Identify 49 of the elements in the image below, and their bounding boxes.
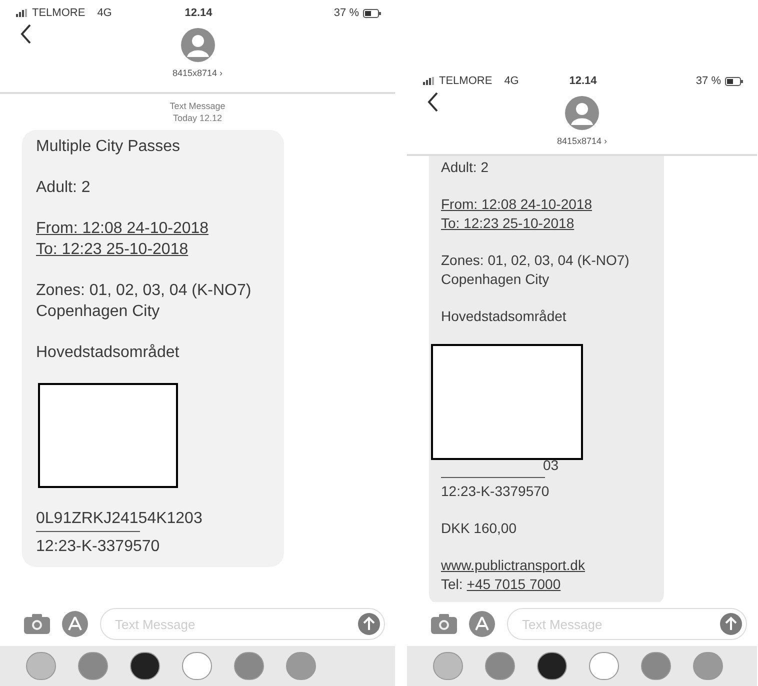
message-line: Adult: 2 [441, 158, 490, 177]
avatar-icon[interactable] [565, 96, 599, 130]
message-line: Adult: 2 [36, 178, 92, 198]
message-line: From: 12:08 24-10-2018 [441, 195, 593, 214]
signal-icon [16, 9, 28, 17]
message-line: To: 12:23 25-10-2018 [36, 240, 190, 260]
message-line: Copenhagen City [441, 270, 550, 289]
web-link[interactable]: www.publictransport.dk [441, 556, 664, 575]
network-type: 4G [504, 75, 519, 87]
message-line: Hovedstadsområdet [441, 307, 568, 326]
back-icon[interactable] [427, 92, 439, 112]
message-date: Today 12.12 [172, 112, 224, 124]
carrier-name: TELMORE [32, 7, 86, 19]
message-line: Copenhagen City [36, 302, 161, 322]
message-line: To: 12:23 25-10-2018 [441, 214, 576, 233]
message-type: Text Message [168, 100, 226, 112]
camera-icon[interactable] [24, 614, 50, 634]
send-icon[interactable] [720, 613, 742, 635]
app-store-icon[interactable] [62, 611, 88, 637]
app-store-icon[interactable] [469, 611, 495, 637]
contact-number[interactable]: 8415x8714 › [172, 68, 223, 78]
message-line: 12:23-K-3379570 [441, 482, 550, 501]
contact-number[interactable]: 8415x8714 › [556, 136, 608, 146]
send-icon[interactable] [358, 613, 380, 635]
phone-link[interactable]: +45 7015 7000 [466, 576, 561, 592]
battery-icon [363, 8, 381, 18]
carrier-name: TELMORE [439, 75, 492, 87]
status-time: 12.14 [569, 75, 597, 87]
message-line: Multiple City Passes [36, 137, 182, 157]
app-icon[interactable] [537, 652, 567, 680]
message-line: 12:23-K-3379570 [36, 537, 161, 557]
message-line: DKK 160,00 [441, 519, 518, 538]
back-icon[interactable] [20, 24, 32, 44]
status-time: 12.14 [184, 7, 212, 19]
message-line: Zones: 01, 02, 03, 04 (K-NO7) [36, 281, 252, 301]
message-line: From: 12:08 24-10-2018 [36, 219, 210, 239]
battery-percent: 37 % [334, 7, 359, 19]
camera-icon[interactable] [431, 614, 457, 634]
battery-percent: 37 % [696, 75, 721, 87]
message-line: Zones: 01, 02, 03, 04 (K-NO7) [441, 251, 630, 270]
battery-icon [725, 76, 743, 86]
network-type: 4G [97, 7, 112, 19]
avatar-icon[interactable] [180, 28, 214, 62]
message-line: 03 [542, 456, 560, 475]
signal-icon [423, 77, 435, 85]
app-icon[interactable] [130, 652, 160, 680]
message-line: Hovedstadsområdet [36, 343, 180, 363]
phone-label: Tel: [441, 576, 463, 592]
message-line: 0L91ZRKJ24154K1203 [36, 509, 204, 529]
